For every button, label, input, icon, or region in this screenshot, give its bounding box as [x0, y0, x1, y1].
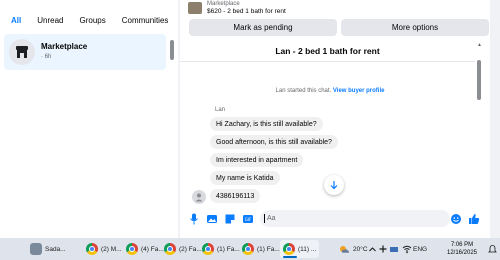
- filter-unread[interactable]: Unread: [32, 13, 68, 28]
- view-buyer-profile-link[interactable]: View buyer profile: [333, 88, 385, 94]
- microphone-icon[interactable]: [188, 213, 200, 225]
- taskbar-app-chrome-5[interactable]: (1) Fa...: [242, 240, 280, 258]
- listing-summary: $620 - 2 bed 1 bath for rent: [207, 8, 286, 15]
- chrome-icon: [283, 243, 295, 255]
- plus-icon[interactable]: [378, 238, 388, 260]
- marketplace-icon: [9, 39, 35, 65]
- windows-taskbar: Sada... (2) M... (4) Fa... (2) Fa... (1)…: [0, 238, 500, 260]
- system-text: Lan started this chat.: [275, 88, 332, 94]
- scrollbar-thumb[interactable]: [477, 60, 481, 100]
- message-composer: GIF Aa: [180, 208, 490, 230]
- scroll-up-icon[interactable]: ▲: [477, 42, 482, 48]
- system-clock[interactable]: 7:06 PM 12/16/2025: [440, 241, 484, 257]
- mark-as-pending-button[interactable]: Mark as pending: [189, 19, 337, 36]
- listing-thumbnail: [188, 2, 202, 14]
- app-tray-icon[interactable]: [389, 238, 399, 260]
- chrome-icon: [164, 243, 176, 255]
- clock-date: 12/16/2025: [446, 250, 478, 256]
- message-bubble[interactable]: Hi Zachary, is this still available?: [210, 117, 323, 131]
- chrome-icon: [202, 243, 214, 255]
- chrome-icon: [242, 243, 254, 255]
- taskbar-app-label: (4) Fa...: [141, 245, 164, 253]
- gif-icon[interactable]: GIF: [242, 213, 254, 225]
- chat-list-scrollbar[interactable]: [170, 40, 174, 60]
- message-bubble[interactable]: 4386196113: [210, 189, 261, 203]
- conversation-panel: Marketplace $620 - 2 bed 1 bath for rent…: [180, 0, 490, 238]
- photo-icon[interactable]: [206, 213, 218, 225]
- taskbar-app-label: (2) Fa...: [179, 245, 202, 253]
- message-input[interactable]: Aa: [260, 210, 450, 227]
- filter-communities[interactable]: Communities: [117, 13, 174, 28]
- weather-widget[interactable]: 20°C: [338, 238, 368, 260]
- weather-icon: [340, 246, 350, 253]
- message-input-placeholder: Aa: [267, 215, 276, 222]
- taskbar-app-label: (1) Fa...: [257, 245, 280, 253]
- svg-text:GIF: GIF: [245, 217, 252, 222]
- weather-temp: 20°C: [353, 245, 368, 253]
- taskbar-app-chrome-2[interactable]: (4) Fa...: [126, 240, 164, 258]
- language-indicator[interactable]: ENG: [413, 238, 427, 260]
- chrome-icon: [126, 243, 138, 255]
- taskbar-app-chrome-1[interactable]: (2) M...: [86, 240, 122, 258]
- chat-name: Marketplace: [41, 42, 88, 51]
- clock-time: 7:06 PM: [450, 242, 474, 248]
- chrome-icon: [86, 243, 98, 255]
- emoji-icon[interactable]: [450, 213, 462, 225]
- chat-filters: All Unread Groups Communities: [6, 13, 173, 28]
- sender-name: Lan: [215, 107, 226, 113]
- filter-groups[interactable]: Groups: [74, 13, 110, 28]
- taskbar-app-chrome-active[interactable]: (11) ...: [280, 240, 320, 258]
- chevron-up-icon[interactable]: [368, 238, 377, 260]
- app-icon: [30, 243, 42, 255]
- sender-avatar: [192, 190, 206, 204]
- chat-time: · 6h: [41, 54, 52, 60]
- notification-bell-icon[interactable]: [488, 238, 497, 260]
- text-caret: [264, 214, 265, 223]
- taskbar-app-label: Sada...: [45, 245, 66, 253]
- chat-list-item-marketplace[interactable]: Marketplace · 6h: [4, 34, 166, 70]
- arrow-down-icon: [330, 181, 338, 190]
- more-options-button[interactable]: More options: [341, 19, 489, 36]
- conversation-title: Lan - 2 bed 1 bath for rent: [180, 40, 475, 62]
- conversation-scrollbar[interactable]: ▲: [477, 40, 482, 120]
- chat-list-panel: All Unread Groups Communities Marketplac…: [0, 0, 178, 238]
- taskbar-app-label: (1) Fa...: [217, 245, 240, 253]
- taskbar-app-label: (2) M...: [101, 245, 122, 253]
- chat-start-notice: Lan started this chat. View buyer profil…: [180, 88, 480, 94]
- scroll-to-bottom-button[interactable]: [324, 175, 344, 195]
- taskbar-app-chrome-4[interactable]: (1) Fa...: [202, 240, 240, 258]
- taskbar-app-label: (11) ...: [298, 245, 317, 253]
- listing-header[interactable]: Marketplace $620 - 2 bed 1 bath for rent: [188, 0, 286, 16]
- like-icon[interactable]: [468, 213, 480, 225]
- taskbar-app-chrome-3[interactable]: (2) Fa...: [164, 240, 202, 258]
- message-bubble[interactable]: My name is Katida: [210, 171, 280, 185]
- filter-all[interactable]: All: [6, 13, 26, 28]
- active-indicator: [283, 256, 297, 258]
- wifi-icon[interactable]: [402, 238, 412, 260]
- taskbar-app-sada[interactable]: Sada...: [30, 240, 66, 258]
- marketplace-label: Marketplace: [207, 1, 240, 7]
- sticker-icon[interactable]: [224, 213, 236, 225]
- message-bubble[interactable]: Im interested in apartment: [210, 153, 304, 167]
- message-bubble[interactable]: Good afternoon, is this still available?: [210, 135, 338, 149]
